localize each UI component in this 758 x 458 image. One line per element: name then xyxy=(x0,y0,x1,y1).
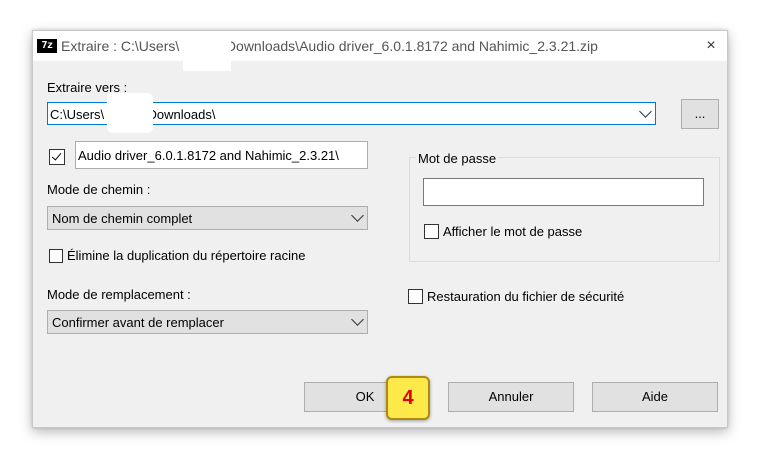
ok-button-label: OK xyxy=(355,389,375,404)
eliminate-duplication-label[interactable]: Élimine la duplication du répertoire rac… xyxy=(67,248,305,263)
path-mode-label: Mode de chemin : xyxy=(47,182,151,197)
redaction-overlay xyxy=(183,31,231,71)
folder-name-input[interactable]: Audio driver_6.0.1.8172 and Nahimic_2.3.… xyxy=(75,141,368,169)
chevron-down-icon[interactable] xyxy=(351,313,364,326)
title-bar: 7z Extraire : C:\Users\ Downloads\Audio … xyxy=(33,31,727,71)
overwrite-mode-select[interactable]: Confirmer avant de remplacer xyxy=(47,310,368,334)
overwrite-mode-label: Mode de remplacement : xyxy=(47,287,191,302)
browse-button[interactable]: ... xyxy=(681,99,719,129)
chevron-down-icon[interactable] xyxy=(351,209,364,222)
window-title: Extraire : C:\Users\ Downloads\Audio dri… xyxy=(61,38,598,54)
password-group-label: Mot de passe xyxy=(416,151,499,166)
restore-security-checkbox[interactable] xyxy=(408,289,423,304)
redaction-overlay xyxy=(107,93,153,133)
checkmark-icon xyxy=(51,150,62,161)
cancel-button[interactable]: Annuler xyxy=(448,382,574,412)
show-password-label[interactable]: Afficher le mot de passe xyxy=(443,224,582,239)
eliminate-duplication-checkbox[interactable] xyxy=(49,249,63,263)
restore-security-label[interactable]: Restauration du fichier de sécurité xyxy=(427,289,624,304)
close-icon[interactable]: × xyxy=(695,31,727,61)
path-mode-select[interactable]: Nom de chemin complet xyxy=(47,206,368,230)
folder-name-checkbox[interactable] xyxy=(49,149,65,165)
extract-dialog: 7z Extraire : C:\Users\ Downloads\Audio … xyxy=(32,30,728,428)
path-mode-value: Nom de chemin complet xyxy=(52,211,193,226)
password-group xyxy=(409,157,720,262)
folder-name-value: Audio driver_6.0.1.8172 and Nahimic_2.3.… xyxy=(78,148,339,163)
step-number-badge: 4 xyxy=(386,376,430,420)
7zip-app-icon: 7z xyxy=(37,39,57,53)
help-button[interactable]: Aide xyxy=(592,382,718,412)
chevron-down-icon[interactable] xyxy=(639,105,652,118)
password-input[interactable] xyxy=(423,178,704,206)
overwrite-mode-value: Confirmer avant de remplacer xyxy=(52,315,224,330)
show-password-checkbox[interactable] xyxy=(424,224,439,239)
